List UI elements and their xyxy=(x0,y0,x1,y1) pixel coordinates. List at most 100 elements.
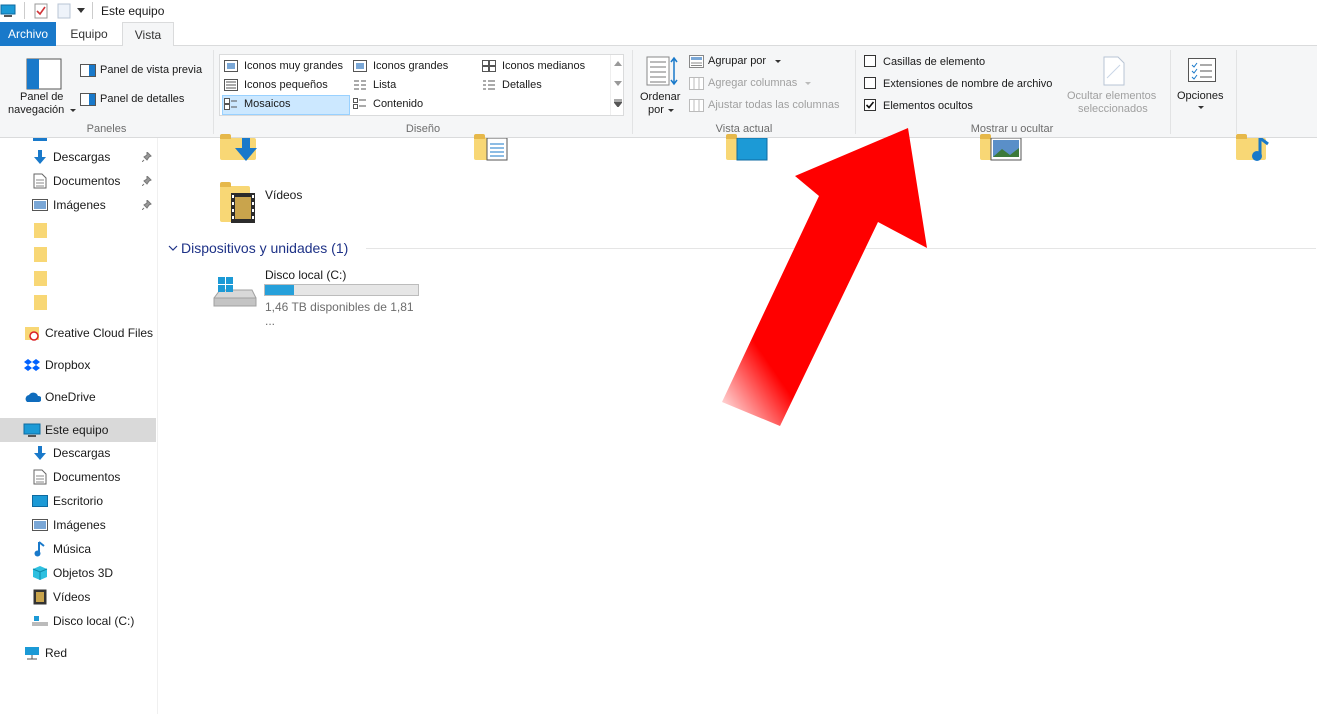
details-pane-button[interactable]: Panel de detalles xyxy=(80,91,210,109)
nav-item-quick-documentos[interactable]: Documentos xyxy=(30,170,156,192)
customize-quick-access-icon[interactable] xyxy=(77,8,85,14)
nav-item-pc-escritorio[interactable]: Escritorio xyxy=(30,490,156,512)
layout-extra-large-icons[interactable]: Iconos muy grandes xyxy=(224,58,350,76)
pictures-icon xyxy=(990,138,1022,161)
chevron-down-icon[interactable] xyxy=(168,243,178,253)
file-extensions-toggle[interactable]: Extensiones de nombre de archivo xyxy=(863,76,1063,92)
item-checkboxes-toggle[interactable]: Casillas de elemento xyxy=(863,54,1053,70)
title-bar: Este equipo xyxy=(0,0,1317,22)
scroll-down-icon[interactable] xyxy=(614,81,622,86)
layout-medium-icons[interactable]: Iconos medianos xyxy=(482,58,606,76)
nav-item-pc-documentos[interactable]: Documentos xyxy=(30,466,156,488)
folder-icon[interactable] xyxy=(34,246,47,262)
nav-item-pc-videos[interactable]: Vídeos xyxy=(30,586,156,608)
nav-item-quick-descargas[interactable]: Descargas xyxy=(30,146,156,168)
layout-tiles[interactable]: Mosaicos xyxy=(224,96,350,114)
nav-item-quick-imagenes[interactable]: Imágenes xyxy=(30,194,156,216)
divider xyxy=(92,2,93,19)
folder-icon[interactable] xyxy=(34,270,47,286)
add-columns-button[interactable]: Agregar columnas xyxy=(689,75,819,93)
layout-gallery-scrollbar[interactable] xyxy=(610,55,624,115)
folder-name: Vídeos xyxy=(265,188,303,202)
add-columns-label: Agregar columnas xyxy=(708,77,798,89)
sort-by-button[interactable]: Ordenar por xyxy=(638,54,686,118)
tab-equipo[interactable]: Equipo xyxy=(58,22,120,46)
nav-item-creative-cloud[interactable]: Creative Cloud Files xyxy=(22,322,156,344)
layout-small-icons[interactable]: Iconos pequeños xyxy=(224,77,350,95)
properties-quick-icon[interactable] xyxy=(34,3,48,19)
nav-item-label: Objetos 3D xyxy=(53,566,114,580)
download-icon xyxy=(34,446,46,460)
checkbox[interactable] xyxy=(864,55,876,67)
sort-by-icon xyxy=(646,56,678,86)
fit-all-columns-button[interactable]: Ajustar todas las columnas xyxy=(689,97,849,115)
checkbox-checked[interactable] xyxy=(864,99,876,111)
folder-icon[interactable] xyxy=(34,222,47,238)
nav-item-pc-imagenes[interactable]: Imágenes xyxy=(30,514,156,536)
checkmark-icon xyxy=(865,101,875,109)
nav-item-label: Disco local (C:) xyxy=(53,614,135,628)
pin-icon[interactable] xyxy=(142,176,152,186)
fit-columns-icon xyxy=(689,99,704,112)
desktop-icon xyxy=(32,495,48,507)
expand-gallery-icon[interactable] xyxy=(614,99,622,107)
nav-item-pc-musica[interactable]: Música xyxy=(30,538,156,560)
navigation-pane: Descargas Documentos Imágenes Creative C… xyxy=(0,138,158,714)
nav-item-onedrive[interactable]: OneDrive xyxy=(22,386,156,408)
layout-label: Iconos muy grandes xyxy=(244,60,344,72)
pin-icon[interactable] xyxy=(142,152,152,162)
layout-content[interactable]: Contenido xyxy=(353,96,477,114)
tab-vista[interactable]: Vista xyxy=(122,22,174,47)
layout-details[interactable]: Detalles xyxy=(482,77,606,95)
scroll-up-icon[interactable] xyxy=(614,61,622,66)
nav-item-dropbox[interactable]: Dropbox xyxy=(22,354,156,376)
hide-selected-items-button[interactable]: Ocultar elementos seleccionados xyxy=(1064,54,1164,118)
videos-icon xyxy=(231,193,255,223)
divider xyxy=(213,50,214,134)
folder-tile-imagenes-partial[interactable] xyxy=(980,134,1022,162)
group-by-label: Agrupar por xyxy=(708,55,767,67)
layout-large-icons[interactable]: Iconos grandes xyxy=(353,58,477,76)
drive-tile-local-disk[interactable]: Disco local (C:) 1,46 TB disponibles de … xyxy=(212,266,422,328)
navigation-pane-button[interactable]: Panel de navegación xyxy=(6,54,76,118)
nav-item-label: Imágenes xyxy=(53,518,106,532)
layout-label: Iconos medianos xyxy=(502,60,586,72)
group-by-icon xyxy=(689,55,704,68)
nav-item-este-equipo[interactable]: Este equipo xyxy=(22,419,156,441)
layout-label: Lista xyxy=(373,79,397,91)
divider xyxy=(1236,50,1237,134)
preview-pane-button[interactable]: Panel de vista previa xyxy=(80,62,210,80)
nav-item-pc-disco-local[interactable]: Disco local (C:) xyxy=(30,610,156,632)
preview-pane-label: Panel de vista previa xyxy=(100,64,203,76)
layout-list[interactable]: Lista xyxy=(353,77,477,95)
new-folder-quick-icon[interactable] xyxy=(57,3,71,19)
small-icons-icon xyxy=(224,79,238,91)
options-button[interactable]: Opciones xyxy=(1174,54,1232,118)
details-icon xyxy=(483,80,495,90)
tab-archivo[interactable]: Archivo xyxy=(0,22,56,46)
folder-tile-videos[interactable]: Vídeos xyxy=(216,182,416,226)
nav-item-label: Documentos xyxy=(53,174,121,188)
pin-icon[interactable] xyxy=(142,200,152,210)
chevron-down-icon xyxy=(668,109,674,112)
nav-item-label: Descargas xyxy=(53,446,111,460)
nav-item-pc-descargas[interactable]: Descargas xyxy=(30,442,156,464)
folder-tile-descargas-partial[interactable] xyxy=(220,134,258,162)
extra-large-icons-icon xyxy=(224,60,238,72)
file-extensions-label: Extensiones de nombre de archivo xyxy=(883,78,1053,90)
folder-icon[interactable] xyxy=(34,294,47,310)
network-icon xyxy=(25,647,39,660)
nav-item-label: Creative Cloud Files xyxy=(45,326,154,340)
hidden-items-toggle[interactable]: Elementos ocultos xyxy=(863,98,1053,114)
nav-item-label: Escritorio xyxy=(53,494,104,508)
hidden-items-label: Elementos ocultos xyxy=(883,100,973,112)
group-by-button[interactable]: Agrupar por xyxy=(689,53,809,71)
checkbox[interactable] xyxy=(864,77,876,89)
group-label-diseno: Diseño xyxy=(405,123,441,135)
nav-item-pc-objetos-3d[interactable]: Objetos 3D xyxy=(30,562,156,584)
fit-all-columns-label: Ajustar todas las columnas xyxy=(708,99,840,111)
folder-tile-documentos-partial[interactable] xyxy=(474,134,510,162)
nav-item-red[interactable]: Red xyxy=(22,642,156,664)
sort-by-label-1: Ordenar xyxy=(640,91,681,103)
folder-tile-musica-partial[interactable] xyxy=(1236,134,1274,162)
